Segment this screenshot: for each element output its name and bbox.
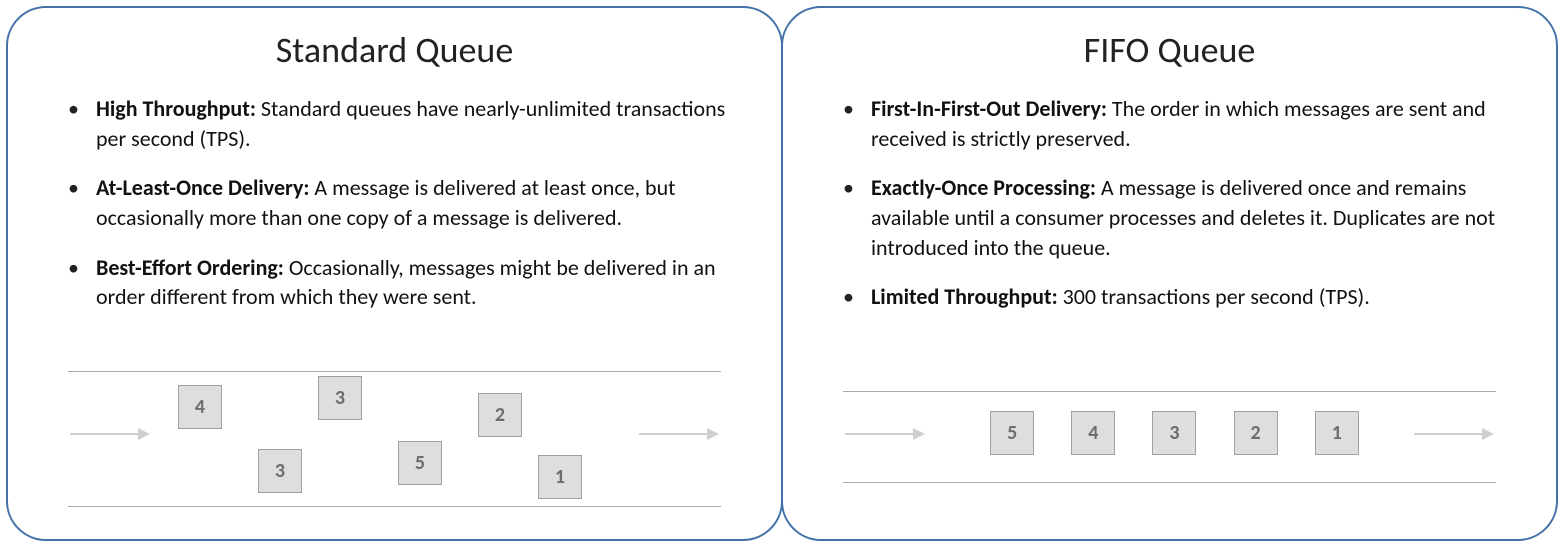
bullet-label: Exactly-Once Processing: [871,174,1096,201]
bullet-item: Exactly-Once Processing: A message is de… [843,173,1510,262]
arrow-in-icon [845,433,915,435]
bullet-item: High Throughput: Standard queues have ne… [68,94,735,153]
bullet-label: First-In-First-Out Delivery: [871,95,1107,122]
message-box: 3 [1152,411,1196,455]
message-box: 2 [1234,411,1278,455]
message-box: 1 [1315,411,1359,455]
panel-title: Standard Queue [48,28,741,72]
message-box: 4 [1071,411,1115,455]
bullet-label: Best-Effort Ordering: [96,254,284,281]
track-line-top [843,391,1496,392]
message-box: 1 [538,455,582,499]
message-box: 5 [990,411,1034,455]
bullet-list: High Throughput: Standard queues have ne… [48,94,741,332]
bullet-label: Limited Throughput: [871,283,1058,310]
message-box: 5 [398,441,442,485]
arrow-out-icon [639,433,709,435]
panel-title: FIFO Queue [823,28,1516,72]
track-line-bottom [843,482,1496,483]
standard-queue-panel: Standard Queue High Throughput: Standard… [6,6,783,541]
arrow-in-icon [70,433,140,435]
standard-queue-illustration: 4 3 2 3 5 1 [48,361,741,511]
message-box: 4 [178,385,222,429]
fifo-queue-panel: FIFO Queue First-In-First-Out Delivery: … [781,6,1558,541]
bullet-list: First-In-First-Out Delivery: The order i… [823,94,1516,332]
message-box: 3 [258,449,302,493]
fifo-message-row: 5 4 3 2 1 [953,411,1396,455]
fifo-queue-illustration: 5 4 3 2 1 [823,361,1516,511]
bullet-label: High Throughput: [96,95,256,122]
message-box: 2 [478,393,522,437]
bullet-label: At-Least-Once Delivery: [96,174,309,201]
track-line-top [68,371,721,372]
bullet-text: 300 transactions per second (TPS). [1058,283,1370,310]
bullet-item: Limited Throughput: 300 transactions per… [843,282,1510,312]
track-line-bottom [68,506,721,507]
bullet-item: At-Least-Once Delivery: A message is del… [68,173,735,232]
bullet-item: Best-Effort Ordering: Occasionally, mess… [68,253,735,312]
arrow-out-icon [1414,433,1484,435]
bullet-item: First-In-First-Out Delivery: The order i… [843,94,1510,153]
message-box: 3 [318,376,362,420]
